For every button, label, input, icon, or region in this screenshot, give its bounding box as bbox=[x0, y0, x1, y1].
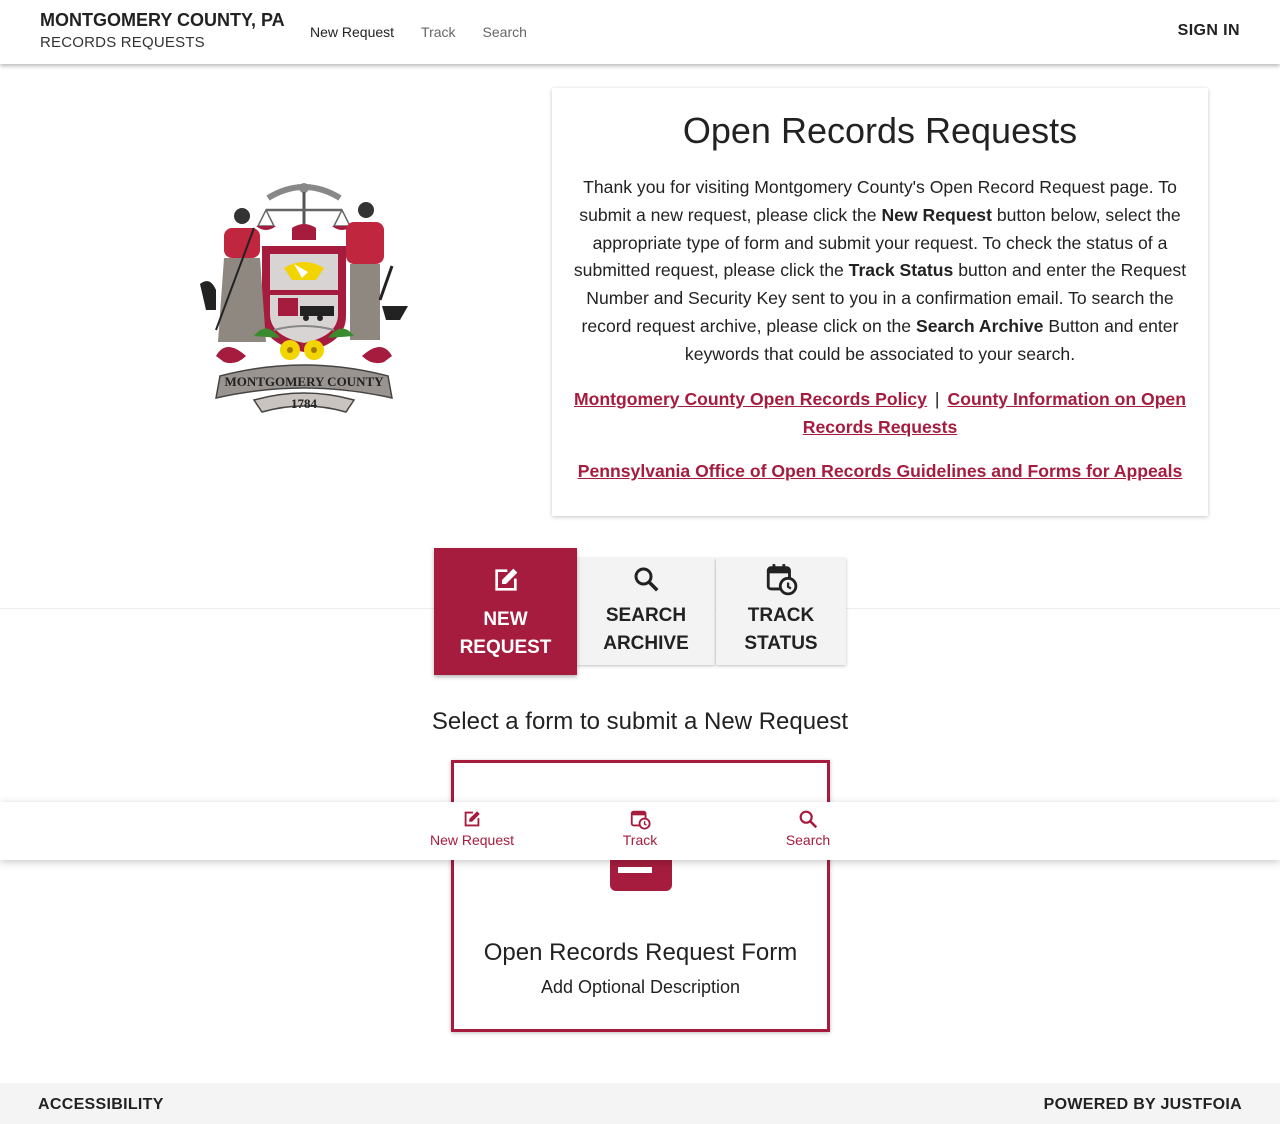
brand-title: MONTGOMERY COUNTY, PA bbox=[40, 10, 285, 30]
tab-search-line1: SEARCH bbox=[605, 605, 687, 626]
form-card-title: Open Records Request Form bbox=[483, 939, 798, 966]
bottom-nav-track-label: Track bbox=[622, 832, 658, 848]
link-open-records-policy[interactable]: Montgomery County Open Records Policy bbox=[574, 389, 927, 409]
bottom-nav-bar: New Request Track Search bbox=[0, 802, 1280, 860]
tab-search-archive[interactable]: SEARCH ARCHIVE bbox=[577, 558, 715, 665]
bottom-nav-new-request[interactable]: New Request bbox=[402, 808, 542, 848]
bottom-nav-track[interactable]: Track bbox=[570, 808, 710, 848]
select-form-heading: Select a form to submit a New Request bbox=[431, 708, 849, 735]
sign-in-button[interactable]: SIGN IN bbox=[1178, 22, 1240, 40]
seal-year: 1784 bbox=[291, 396, 318, 411]
tab-search-line2: ARCHIVE bbox=[603, 633, 689, 654]
info-card: Open Records Requests Thank you for visi… bbox=[552, 88, 1208, 516]
link-appeals-guidelines[interactable]: Pennsylvania Office of Open Records Guid… bbox=[578, 461, 1183, 481]
tab-track-line2: STATUS bbox=[744, 633, 818, 654]
tab-new-request[interactable]: NEW REQUEST bbox=[434, 548, 577, 675]
county-seal-logo: MONTGOMERY COUNTY 1784 bbox=[200, 183, 408, 413]
edit-icon bbox=[494, 568, 517, 591]
bottom-nav-search[interactable]: Search bbox=[738, 808, 878, 848]
nav-search[interactable]: Search bbox=[483, 24, 527, 40]
intro-bold-track-status: Track Status bbox=[848, 260, 954, 281]
top-app-bar: MONTGOMERY COUNTY, PA RECORDS REQUESTS N… bbox=[0, 0, 1280, 64]
bottom-nav-search-label: Search bbox=[785, 832, 831, 848]
top-nav: New Request Track Search bbox=[310, 24, 527, 40]
footer: ACCESSIBILITY POWERED BY JUSTFOIA bbox=[0, 1083, 1280, 1124]
nav-track[interactable]: Track bbox=[421, 24, 455, 40]
link-separator: | bbox=[934, 388, 940, 409]
policy-links: Montgomery County Open Records Policy | Co… bbox=[566, 385, 1194, 441]
intro-paragraph: Thank you for visiting Montgomery County… bbox=[566, 174, 1194, 369]
tab-new-line2: REQUEST bbox=[459, 637, 552, 658]
accessibility-link[interactable]: ACCESSIBILITY bbox=[38, 1096, 164, 1114]
intro-bold-new-request: New Request bbox=[881, 204, 992, 225]
intro-bold-search-archive: Search Archive bbox=[915, 315, 1044, 336]
brand-subtitle: RECORDS REQUESTS bbox=[40, 34, 205, 51]
search-icon bbox=[799, 810, 818, 829]
brand[interactable]: MONTGOMERY COUNTY, PA RECORDS REQUESTS bbox=[40, 9, 285, 51]
powered-by-link[interactable]: POWERED BY JUSTFOIA bbox=[1044, 1096, 1242, 1114]
tab-track-line1: TRACK bbox=[747, 605, 815, 626]
form-card-open-records[interactable]: Open Records Request Form Add Optional D… bbox=[451, 760, 830, 1032]
tab-new-line1: NEW bbox=[483, 609, 528, 630]
calendar-clock-icon bbox=[766, 564, 798, 596]
tab-track-status[interactable]: TRACK STATUS bbox=[716, 558, 846, 665]
form-card-description: Add Optional Description bbox=[540, 977, 741, 997]
seal-county-name: MONTGOMERY COUNTY bbox=[224, 374, 384, 389]
edit-icon bbox=[464, 811, 480, 827]
calendar-clock-icon bbox=[630, 810, 651, 830]
search-icon bbox=[634, 567, 659, 592]
nav-new-request[interactable]: New Request bbox=[310, 24, 394, 40]
appeals-link-row: Pennsylvania Office of Open Records Guid… bbox=[566, 457, 1194, 485]
bottom-nav-new-request-label: New Request bbox=[429, 832, 515, 848]
page-title: Open Records Requests bbox=[682, 110, 1078, 151]
